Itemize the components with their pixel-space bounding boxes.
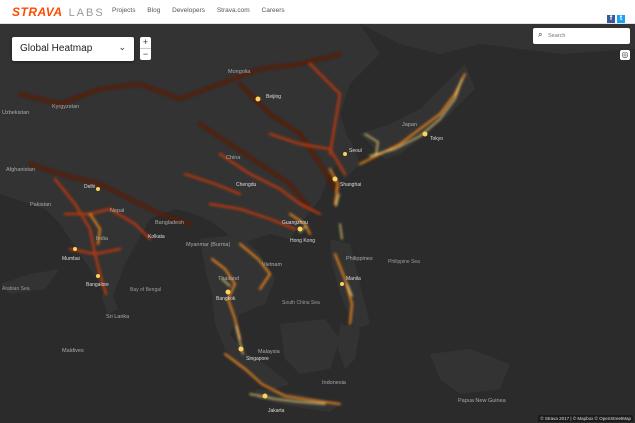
hotspot-hongkong [297, 226, 303, 232]
map-label-manila: Manila [346, 276, 361, 282]
map-label-china: China [226, 155, 241, 161]
hotspot-seoul [343, 152, 347, 156]
map-label-bangalore: Bangalore [86, 282, 109, 288]
hotspot-shanghai [332, 176, 338, 182]
map-label-myanmar-burma: Myanmar (Burma) [186, 242, 231, 248]
map-label-mongolia: Mongolia [228, 69, 251, 75]
search-input[interactable] [548, 30, 626, 42]
map-label-beijing: Beijing [266, 94, 282, 100]
map-attribution[interactable]: © Strava 2017 | © Mapbox © OpenStreetMap [538, 415, 633, 422]
heatmap-type-label: Global Heatmap [20, 43, 93, 54]
twitter-icon[interactable]: t [617, 15, 625, 23]
hotspot-singapore [238, 346, 244, 352]
map-label-bangladesh: Bangladesh [155, 220, 185, 226]
map-label-south-china-sea: South China Sea [282, 300, 320, 306]
top-navigation-bar: STRAVA LABS Projects Blog Developers Stra… [0, 0, 635, 24]
chevron-down-icon: ⌄ [118, 42, 126, 52]
hotspot-delhi [96, 187, 100, 191]
map-label-india: India [96, 236, 108, 242]
map-label-jakarta: Jakarta [268, 408, 285, 414]
map-label-tokyo: Tokyo [430, 136, 444, 142]
nav-links: Projects Blog Developers Strava.com Care… [112, 7, 295, 14]
map-label-singapore: Singapore [246, 356, 269, 362]
heatmap-type-dropdown[interactable]: Global Heatmap ⌄ [12, 37, 134, 61]
map-label-philippines: Philippines [346, 256, 373, 262]
zoom-in-button[interactable]: + [140, 37, 151, 48]
map-label-papua-new-guinea: Papua New Guinea [458, 398, 506, 404]
zoom-out-button[interactable]: − [140, 48, 151, 60]
search-box: ⌕ [533, 28, 630, 44]
hotspot-bangalore [96, 274, 100, 278]
facebook-icon[interactable]: f [607, 15, 615, 23]
hotspot-bangkok [225, 289, 231, 295]
heatmap-map[interactable] [0, 24, 635, 423]
map-label-afghanistan: Afghanistan [6, 167, 36, 173]
hotspot-beijing [255, 96, 261, 102]
map-label-arabian-sea: Arabian Sea [2, 286, 30, 292]
nav-link-projects[interactable]: Projects [112, 7, 135, 14]
social-links: ft [605, 7, 625, 25]
zoom-controls: + − [140, 37, 151, 60]
map-label-indonesia: Indonesia [322, 380, 346, 386]
map-label-shanghai: Shanghai [340, 182, 362, 188]
labs-wordmark: LABS [68, 7, 105, 19]
map-label-philippine-sea: Philippine Sea [388, 259, 420, 265]
hotspot-manila [340, 282, 344, 286]
strava-wordmark: STRAVA [12, 5, 63, 19]
map-label-seoul: Seoul [349, 148, 362, 154]
map-label-thailand: Thailand [218, 276, 240, 282]
nav-link-careers[interactable]: Careers [262, 7, 285, 14]
map-label-mumbai: Mumbai [62, 256, 80, 262]
locate-icon[interactable]: ◎ [620, 50, 630, 60]
nav-link-strava-com[interactable]: Strava.com [217, 7, 250, 14]
map-label-malaysia: Malaysia [258, 349, 280, 355]
map-label-kyrgyzstan: Kyrgyzstan [52, 104, 80, 110]
map-label-sri-lanka: Sri Lanka [106, 314, 130, 320]
map-label-bay-of-bengal: Bay of Bengal [130, 287, 162, 293]
strava-labs-logo[interactable]: STRAVA LABS [12, 5, 105, 19]
map-label-maldives: Maldives [62, 348, 84, 354]
map-label-guangzhou: Guangzhou [282, 220, 308, 226]
map-label-kolkata: Kolkata [148, 234, 165, 240]
map-label-uzbekistan: Uzbekistan [2, 110, 30, 116]
search-icon: ⌕ [538, 30, 543, 39]
map-label-vietnam: Vietnam [262, 262, 283, 268]
map-label-pakistan: Pakistan [30, 202, 52, 208]
map-label-bangkok: Bangkok [216, 296, 236, 302]
map-label-nepal: Nepal [110, 208, 125, 214]
map-label-delhi: Delhi [84, 184, 96, 190]
map-label-japan: Japan [402, 122, 417, 128]
nav-link-blog[interactable]: Blog [147, 7, 160, 14]
map-label-chengdu: Chengdu [236, 182, 257, 188]
hotspot-jakarta [262, 393, 268, 399]
nav-link-developers[interactable]: Developers [172, 7, 205, 14]
hotspot-tokyo [422, 131, 428, 137]
map-label-hong-kong: Hong Kong [290, 238, 316, 244]
hotspot-mumbai [73, 247, 77, 251]
